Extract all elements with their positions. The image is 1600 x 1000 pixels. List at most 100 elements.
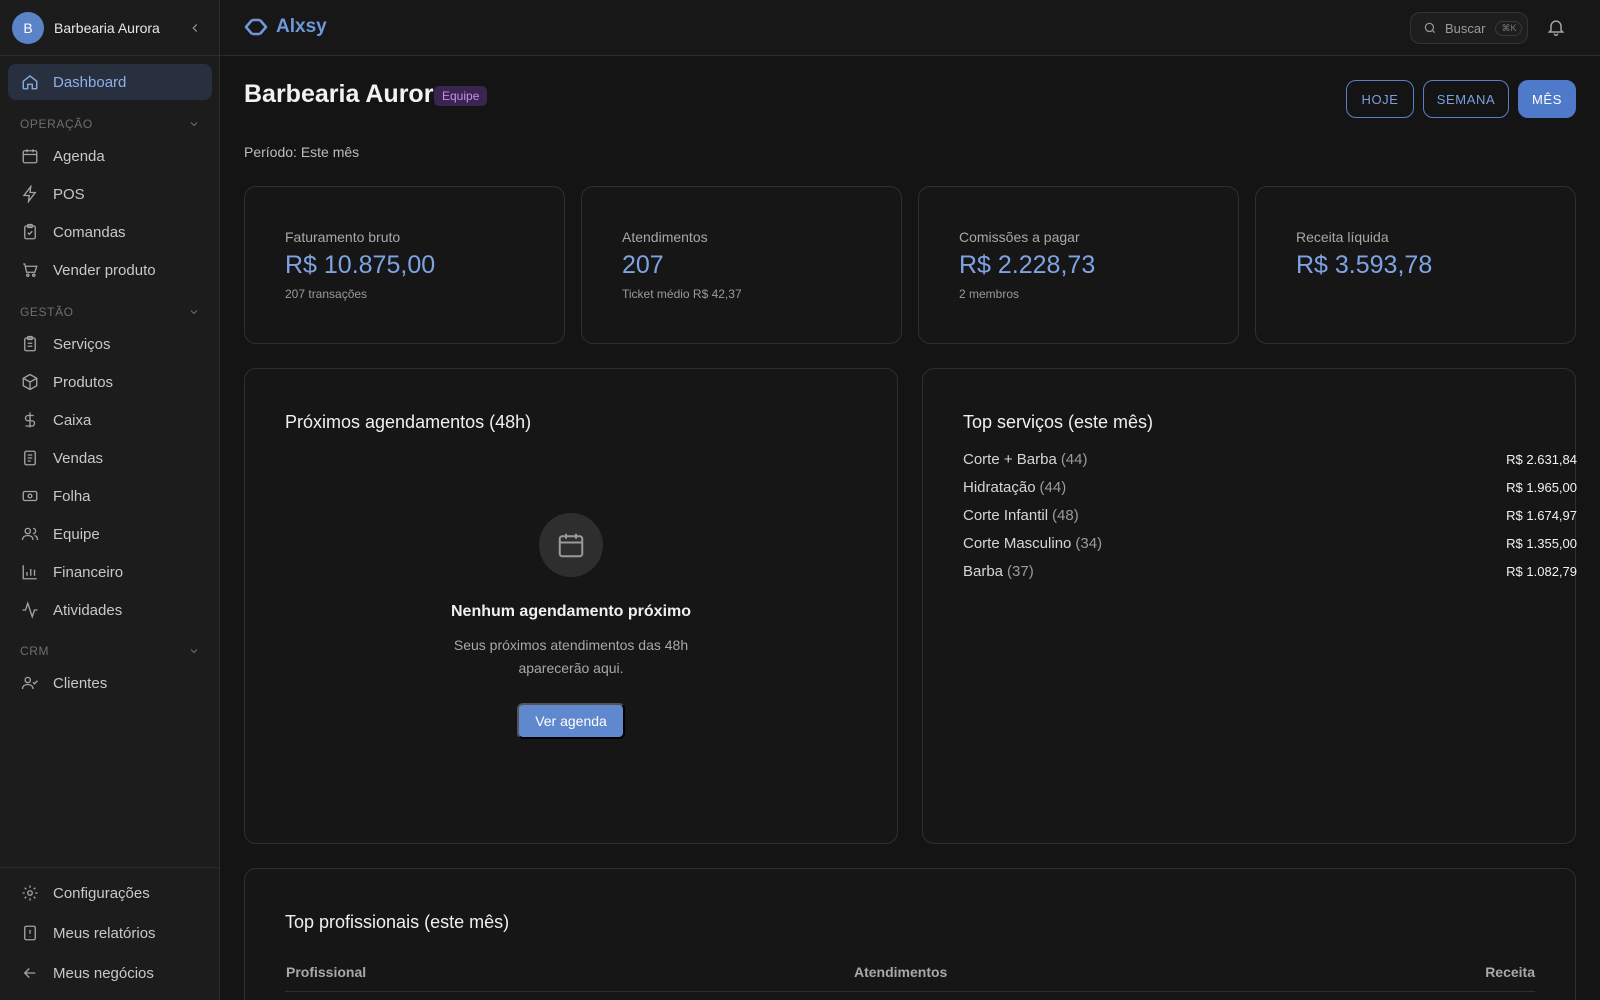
home-icon bbox=[21, 73, 39, 91]
search-button[interactable]: Buscar ⌘K bbox=[1410, 12, 1528, 44]
sidebar-item-label: Financeiro bbox=[53, 563, 124, 581]
user-check-icon bbox=[21, 674, 39, 692]
stat-subtext: Ticket médio R$ 42,37 bbox=[622, 287, 742, 301]
bar-chart-icon bbox=[21, 563, 39, 581]
range-semana-button[interactable]: SEMANA bbox=[1423, 80, 1509, 118]
sidebar-item-label: Produtos bbox=[53, 373, 114, 391]
chevron-down-icon bbox=[188, 306, 200, 318]
empty-state-description: Seus próximos atendimentos das 48h apare… bbox=[453, 637, 689, 676]
sidebar-item-meus-relatorios[interactable]: Meus relatórios bbox=[8, 915, 212, 951]
sidebar-item-label: POS bbox=[53, 185, 85, 203]
sidebar-item-servicos[interactable]: Serviços bbox=[8, 326, 212, 362]
stat-card-faturamento: Faturamento bruto R$ 10.875,00 207 trans… bbox=[244, 186, 565, 344]
section-label: CRM bbox=[20, 644, 50, 658]
stat-value: R$ 10.875,00 bbox=[285, 251, 436, 279]
panel-title: Próximos agendamentos (48h) bbox=[285, 412, 532, 432]
stat-card-comissoes: Comissões a pagar R$ 2.228,73 2 membros bbox=[918, 186, 1239, 344]
service-amount: R$ 1.674,97 bbox=[1506, 507, 1577, 523]
clipboard-list-icon bbox=[21, 335, 39, 353]
service-count: (37) bbox=[1007, 562, 1034, 580]
list-item: Barba (37) R$ 1.082,79 bbox=[963, 560, 1577, 582]
sidebar-item-label: Clientes bbox=[53, 674, 108, 692]
brand[interactable]: Alxsy bbox=[244, 16, 327, 38]
sidebar-item-financeiro[interactable]: Financeiro bbox=[8, 554, 212, 590]
sidebar-item-label: Equipe bbox=[53, 525, 100, 543]
range-hoje-button[interactable]: HOJE bbox=[1346, 80, 1414, 118]
service-amount: R$ 1.355,00 bbox=[1506, 535, 1577, 551]
sidebar-item-label: Folha bbox=[53, 487, 91, 505]
service-amount: R$ 2.631,84 bbox=[1506, 451, 1577, 467]
business-switcher[interactable]: B Barbearia Aurora bbox=[0, 0, 219, 56]
file-alert-icon bbox=[21, 924, 39, 942]
activity-icon bbox=[21, 601, 39, 619]
service-count: (34) bbox=[1075, 534, 1103, 552]
range-mes-button[interactable]: MÊS bbox=[1518, 80, 1576, 118]
sidebar-item-pos[interactable]: POS bbox=[8, 176, 212, 212]
stat-subtext: 2 membros bbox=[959, 287, 1020, 301]
stat-value: R$ 3.593,78 bbox=[1296, 251, 1433, 279]
logo-icon bbox=[244, 18, 268, 36]
column-header-atendimentos[interactable]: Atendimentos bbox=[854, 964, 947, 980]
service-amount: R$ 1.082,79 bbox=[1506, 563, 1577, 579]
receipt-icon bbox=[21, 449, 39, 467]
view-agenda-button[interactable]: Ver agenda bbox=[517, 703, 625, 739]
page-title: Barbearia Aurora bbox=[244, 80, 448, 108]
top-professionals-panel: Top profissionais (este mês) Profissiona… bbox=[244, 868, 1576, 1000]
calendar-icon bbox=[21, 147, 39, 165]
section-gestao-header[interactable]: GESTÃO bbox=[20, 304, 200, 320]
users-icon bbox=[21, 525, 39, 543]
sidebar-item-equipe[interactable]: Equipe bbox=[8, 516, 212, 552]
sidebar-item-vendas[interactable]: Vendas bbox=[8, 440, 212, 476]
chevron-down-icon bbox=[188, 645, 200, 657]
sidebar-item-agenda[interactable]: Agenda bbox=[8, 138, 212, 174]
section-label: OPERAÇÃO bbox=[20, 117, 93, 131]
stat-label: Faturamento bruto bbox=[285, 229, 401, 245]
sidebar-item-label: Serviços bbox=[53, 335, 111, 353]
service-name: Corte + Barba bbox=[963, 450, 1057, 468]
sidebar-item-label: Meus negócios bbox=[53, 964, 154, 982]
settings-icon bbox=[21, 884, 39, 902]
search-shortcut: ⌘K bbox=[1495, 20, 1523, 36]
sidebar-divider bbox=[0, 867, 219, 868]
sidebar-item-caixa[interactable]: Caixa bbox=[8, 402, 212, 438]
sidebar-item-atividades[interactable]: Atividades bbox=[8, 592, 212, 628]
column-header-profissional[interactable]: Profissional bbox=[286, 964, 366, 980]
appointments-panel: Próximos agendamentos (48h) Nenhum agend… bbox=[244, 368, 898, 844]
sidebar-item-label: Configurações bbox=[53, 884, 150, 902]
service-name: Hidratação bbox=[963, 478, 1036, 496]
sidebar-item-label: Caixa bbox=[53, 411, 92, 429]
service-count: (44) bbox=[1039, 478, 1067, 496]
sidebar-item-label: Agenda bbox=[53, 147, 105, 165]
sidebar-item-dashboard[interactable]: Dashboard bbox=[8, 64, 212, 100]
stat-card-atendimentos: Atendimentos 207 Ticket médio R$ 42,37 bbox=[581, 186, 902, 344]
section-operacao-header[interactable]: OPERAÇÃO bbox=[20, 116, 200, 132]
section-crm-header[interactable]: CRM bbox=[20, 643, 200, 659]
sidebar-item-label: Dashboard bbox=[53, 73, 127, 91]
brand-name: Alxsy bbox=[276, 16, 327, 37]
sidebar-item-folha[interactable]: Folha bbox=[8, 478, 212, 514]
stat-subtext: 207 transações bbox=[285, 287, 368, 301]
chevron-left-icon[interactable] bbox=[183, 16, 207, 40]
sidebar-item-configuracoes[interactable]: Configurações bbox=[8, 875, 212, 911]
period-label: Período: Este mês bbox=[244, 144, 360, 160]
service-name: Corte Infantil bbox=[963, 506, 1049, 524]
sidebar-item-meus-negocios[interactable]: Meus negócios bbox=[8, 955, 212, 991]
dollar-icon bbox=[21, 411, 39, 429]
search-icon bbox=[1423, 21, 1437, 35]
service-name: Corte Masculino bbox=[963, 534, 1072, 552]
package-icon bbox=[21, 373, 39, 391]
service-name: Barba bbox=[963, 562, 1004, 580]
business-name: Barbearia Aurora bbox=[54, 19, 160, 36]
topbar: Alxsy Buscar ⌘K bbox=[220, 0, 1600, 56]
sidebar-item-produtos[interactable]: Produtos bbox=[8, 364, 212, 400]
column-header-receita[interactable]: Receita bbox=[1485, 964, 1535, 980]
zap-icon bbox=[21, 185, 39, 203]
avatar: B bbox=[12, 11, 44, 44]
sidebar-item-clientes[interactable]: Clientes bbox=[8, 665, 212, 701]
bell-icon[interactable] bbox=[1546, 17, 1566, 37]
stat-value: 207 bbox=[622, 251, 664, 279]
sidebar-item-vender-produto[interactable]: Vender produto bbox=[8, 252, 212, 288]
stat-card-receita-liquida: Receita líquida R$ 3.593,78 bbox=[1255, 186, 1576, 344]
sidebar-item-comandas[interactable]: Comandas bbox=[8, 214, 212, 250]
service-amount: R$ 1.965,00 bbox=[1506, 479, 1577, 495]
